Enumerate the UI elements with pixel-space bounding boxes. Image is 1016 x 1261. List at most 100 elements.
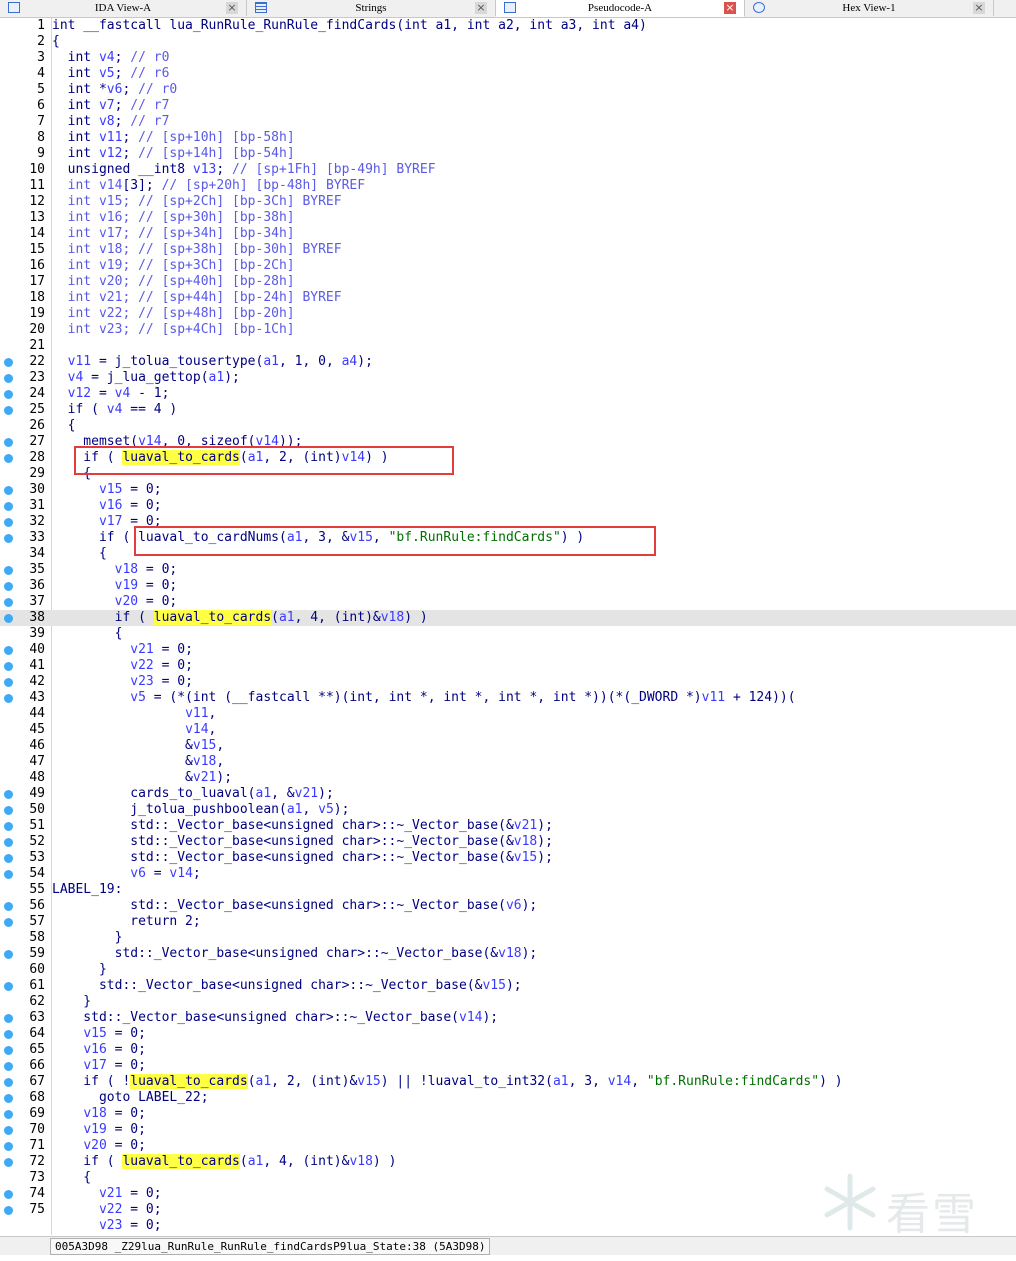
code-text[interactable]: &v18,	[52, 754, 224, 770]
close-icon[interactable]: ×	[973, 2, 985, 14]
breakpoint-dot-icon[interactable]	[4, 646, 13, 655]
code-line[interactable]: 21	[0, 338, 1016, 354]
breakpoint-dot-icon[interactable]	[4, 806, 13, 815]
breakpoint-dot-icon[interactable]	[4, 1206, 13, 1215]
code-text[interactable]: v12 = v4 - 1;	[52, 386, 170, 402]
code-text[interactable]: v19 = 0;	[52, 1122, 146, 1138]
code-line[interactable]: 60 }	[0, 962, 1016, 978]
code-text[interactable]: return 2;	[52, 914, 200, 930]
code-text[interactable]: }	[52, 930, 123, 946]
code-line[interactable]: 30 v15 = 0;	[0, 482, 1016, 498]
code-line[interactable]: 22 v11 = j_tolua_tousertype(a1, 1, 0, a4…	[0, 354, 1016, 370]
code-line[interactable]: 17 int v20; // [sp+40h] [bp-28h]	[0, 274, 1016, 290]
code-text[interactable]: std::_Vector_base<unsigned char>::~_Vect…	[52, 1010, 498, 1026]
code-text[interactable]: std::_Vector_base<unsigned char>::~_Vect…	[52, 978, 522, 994]
breakpoint-dot-icon[interactable]	[4, 678, 13, 687]
code-text[interactable]: int v7; // r7	[52, 98, 170, 114]
code-line[interactable]: 65 v16 = 0;	[0, 1042, 1016, 1058]
breakpoint-dot-icon[interactable]	[4, 374, 13, 383]
code-line[interactable]: 23 v4 = j_lua_gettop(a1);	[0, 370, 1016, 386]
code-line[interactable]: 3 int v4; // r0	[0, 50, 1016, 66]
code-text[interactable]: v18 = 0;	[52, 1106, 146, 1122]
breakpoint-dot-icon[interactable]	[4, 534, 13, 543]
code-text[interactable]: v4 = j_lua_gettop(a1);	[52, 370, 240, 386]
code-text[interactable]: {	[52, 626, 123, 642]
code-line[interactable]: 14 int v17; // [sp+34h] [bp-34h]	[0, 226, 1016, 242]
breakpoint-dot-icon[interactable]	[4, 1126, 13, 1135]
code-text[interactable]: cards_to_luaval(a1, &v21);	[52, 786, 334, 802]
pseudocode-view[interactable]: 1 int __fastcall lua_RunRule_RunRule_find…	[0, 18, 1016, 1235]
code-line[interactable]: 61 std::_Vector_base<unsigned char>::~_V…	[0, 978, 1016, 994]
code-line[interactable]: 31 v16 = 0;	[0, 498, 1016, 514]
code-line[interactable]: 1 int __fastcall lua_RunRule_RunRule_find…	[0, 18, 1016, 34]
code-text[interactable]: &v15,	[52, 738, 224, 754]
code-line[interactable]: 50 j_tolua_pushboolean(a1, v5);	[0, 802, 1016, 818]
code-line[interactable]: 6 int v7; // r7	[0, 98, 1016, 114]
code-text[interactable]: v6 = v14;	[52, 866, 200, 882]
breakpoint-dot-icon[interactable]	[4, 662, 13, 671]
code-text[interactable]: int v14[3]; // [sp+20h] [bp-48h] BYREF	[52, 178, 365, 194]
code-line[interactable]: 55 LABEL_19:	[0, 882, 1016, 898]
breakpoint-dot-icon[interactable]	[4, 598, 13, 607]
breakpoint-dot-icon[interactable]	[4, 902, 13, 911]
code-line[interactable]: 26 {	[0, 418, 1016, 434]
code-line[interactable]: 49 cards_to_luaval(a1, &v21);	[0, 786, 1016, 802]
code-text[interactable]: if ( !luaval_to_cards(a1, 2, (int)&v15) …	[52, 1074, 843, 1090]
code-text[interactable]: std::_Vector_base<unsigned char>::~_Vect…	[52, 898, 537, 914]
code-text[interactable]: v22 = 0;	[52, 1202, 162, 1218]
breakpoint-dot-icon[interactable]	[4, 486, 13, 495]
tab-hex-view-1[interactable]: Hex View-1 ×	[745, 0, 994, 16]
code-line[interactable]: 10 unsigned __int8 v13; // [sp+1Fh] [bp-…	[0, 162, 1016, 178]
code-text[interactable]: v21 = 0;	[52, 1186, 162, 1202]
code-text[interactable]: int v17; // [sp+34h] [bp-34h]	[52, 226, 295, 242]
code-text[interactable]: v21 = 0;	[52, 642, 193, 658]
code-line[interactable]: 9 int v12; // [sp+14h] [bp-54h]	[0, 146, 1016, 162]
code-text[interactable]: int *v6; // r0	[52, 82, 178, 98]
breakpoint-dot-icon[interactable]	[4, 614, 13, 623]
code-text[interactable]: {	[52, 1170, 91, 1186]
code-line[interactable]: 70 v19 = 0;	[0, 1122, 1016, 1138]
code-text[interactable]: v11,	[52, 706, 216, 722]
code-text[interactable]: unsigned __int8 v13; // [sp+1Fh] [bp-49h…	[52, 162, 436, 178]
code-line[interactable]: 43 v5 = (*(int (__fastcall **)(int, int …	[0, 690, 1016, 706]
code-text[interactable]: std::_Vector_base<unsigned char>::~_Vect…	[52, 818, 553, 834]
code-line[interactable]: 44 v11,	[0, 706, 1016, 722]
code-line[interactable]: 13 int v16; // [sp+30h] [bp-38h]	[0, 210, 1016, 226]
code-line[interactable]: 20 int v23; // [sp+4Ch] [bp-1Ch]	[0, 322, 1016, 338]
code-line[interactable]: 41 v22 = 0;	[0, 658, 1016, 674]
close-icon[interactable]: ×	[226, 2, 238, 14]
code-line[interactable]: 64 v15 = 0;	[0, 1026, 1016, 1042]
code-text[interactable]: {	[52, 34, 60, 50]
code-line[interactable]: 7 int v8; // r7	[0, 114, 1016, 130]
code-text[interactable]: std::_Vector_base<unsigned char>::~_Vect…	[52, 946, 538, 962]
close-icon[interactable]: ×	[724, 2, 736, 14]
code-text[interactable]: v22 = 0;	[52, 658, 193, 674]
code-text[interactable]: }	[52, 994, 91, 1010]
code-text[interactable]: {	[52, 418, 76, 434]
code-text[interactable]: int v5; // r6	[52, 66, 170, 82]
code-line[interactable]: 2{	[0, 34, 1016, 50]
code-text[interactable]: int v22; // [sp+48h] [bp-20h]	[52, 306, 295, 322]
code-text[interactable]: v18 = 0;	[52, 562, 178, 578]
code-text[interactable]: v15 = 0;	[52, 482, 162, 498]
code-text[interactable]: j_tolua_pushboolean(a1, v5);	[52, 802, 349, 818]
code-line[interactable]: 42 v23 = 0;	[0, 674, 1016, 690]
code-line[interactable]: 68 goto LABEL_22;	[0, 1090, 1016, 1106]
breakpoint-dot-icon[interactable]	[4, 438, 13, 447]
code-text[interactable]: v17 = 0;	[52, 1058, 146, 1074]
code-text[interactable]: int v21; // [sp+44h] [bp-24h] BYREF	[52, 290, 342, 306]
code-line[interactable]: 71 v20 = 0;	[0, 1138, 1016, 1154]
code-line[interactable]: 36 v19 = 0;	[0, 578, 1016, 594]
code-line[interactable]: 67 if ( !luaval_to_cards(a1, 2, (int)&v1…	[0, 1074, 1016, 1090]
code-text[interactable]: v20 = 0;	[52, 1138, 146, 1154]
code-text[interactable]: int v11; // [sp+10h] [bp-58h]	[52, 130, 295, 146]
breakpoint-dot-icon[interactable]	[4, 1190, 13, 1199]
code-line[interactable]: 66 v17 = 0;	[0, 1058, 1016, 1074]
breakpoint-dot-icon[interactable]	[4, 566, 13, 575]
code-line[interactable]: 51 std::_Vector_base<unsigned char>::~_V…	[0, 818, 1016, 834]
code-text[interactable]: v20 = 0;	[52, 594, 178, 610]
code-line[interactable]: 11 int v14[3]; // [sp+20h] [bp-48h] BYRE…	[0, 178, 1016, 194]
code-line[interactable]: 16 int v19; // [sp+3Ch] [bp-2Ch]	[0, 258, 1016, 274]
code-line[interactable]: 72 if ( luaval_to_cards(a1, 4, (int)&v18…	[0, 1154, 1016, 1170]
code-text[interactable]: goto LABEL_22;	[52, 1090, 209, 1106]
